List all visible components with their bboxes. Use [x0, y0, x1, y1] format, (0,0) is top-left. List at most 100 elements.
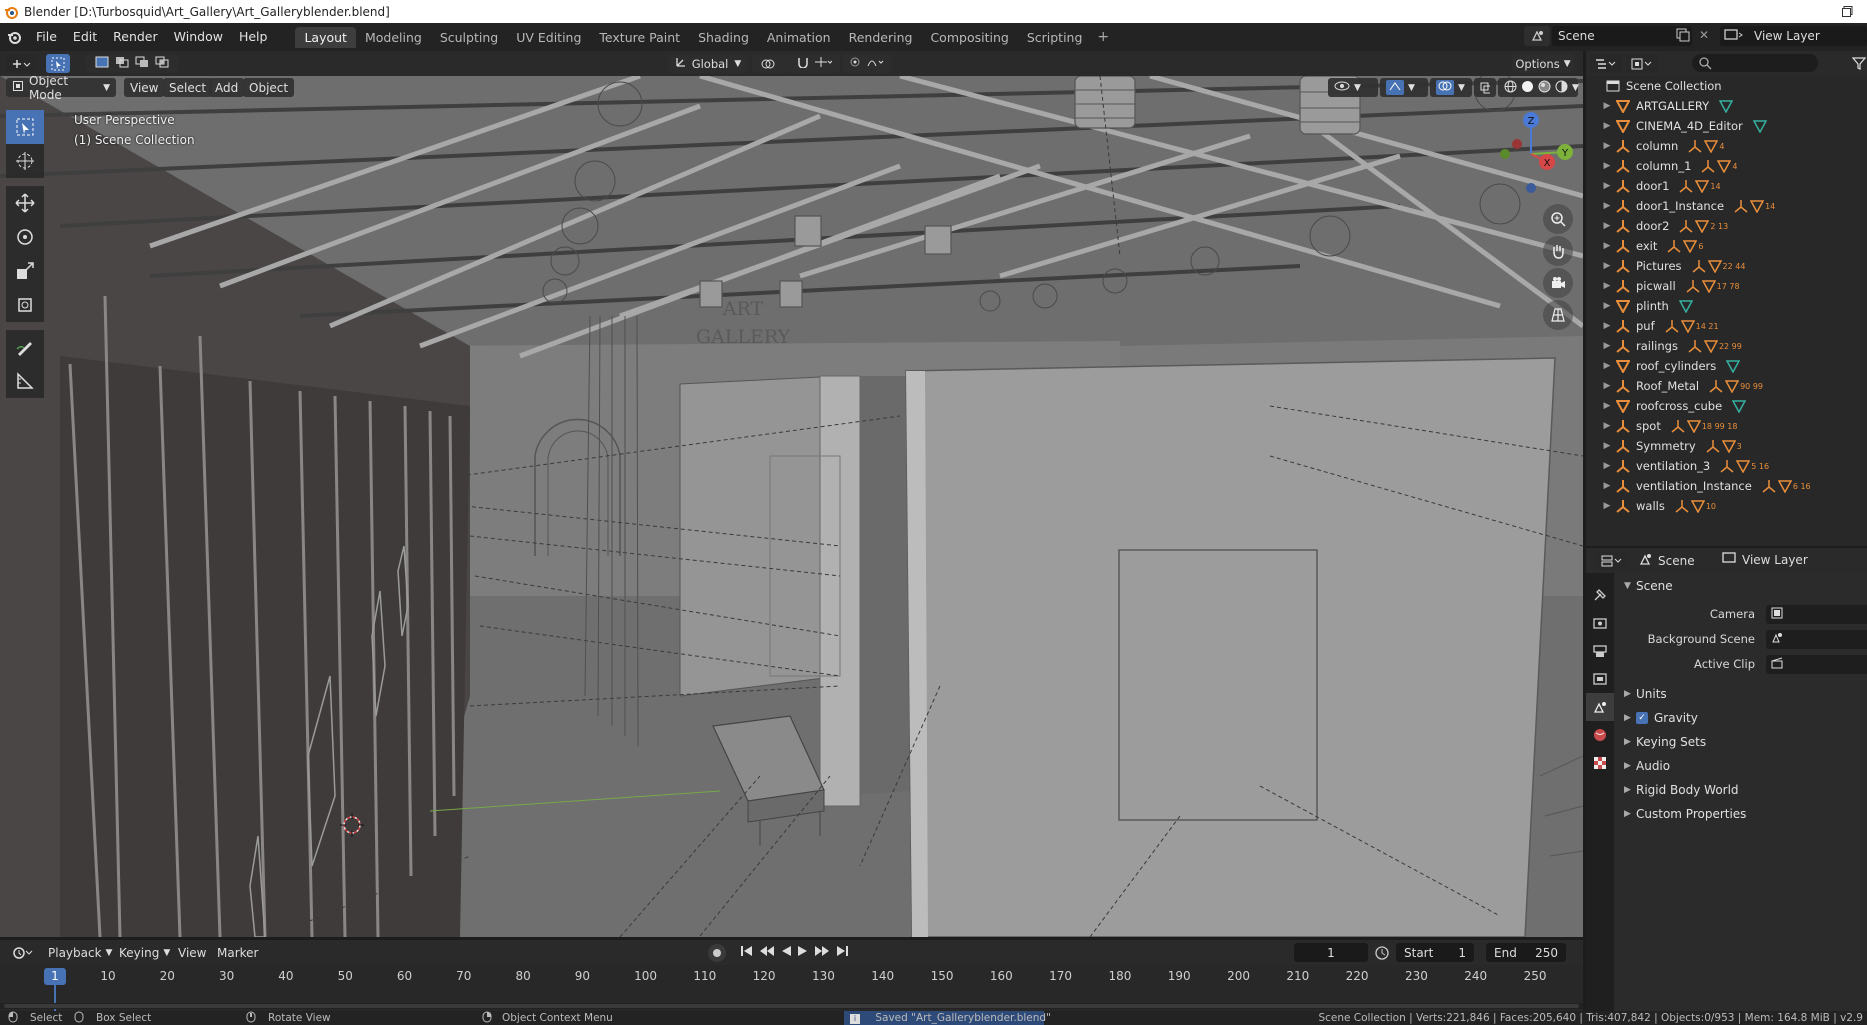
wireframe-shading-icon[interactable]: [1504, 80, 1517, 96]
add-workspace-button[interactable]: +: [1091, 29, 1115, 45]
move-tool-icon[interactable]: [6, 186, 44, 220]
proportional-edit-icon[interactable]: [849, 56, 861, 71]
outliner-item-children[interactable]: 3: [1706, 439, 1742, 453]
expand-arrow-icon[interactable]: ▶: [1600, 241, 1614, 251]
outliner-item-children[interactable]: [1678, 299, 1693, 313]
custom-properties-panel-header[interactable]: ▶ Custom Properties: [1624, 807, 1746, 821]
expand-arrow-icon[interactable]: ▶: [1600, 301, 1614, 311]
expand-arrow-icon[interactable]: ▶: [1600, 101, 1614, 111]
close-scene-icon[interactable]: ✕: [1697, 28, 1711, 42]
outliner-item[interactable]: ▶ picwall 17 78: [1586, 276, 1867, 296]
expand-arrow-icon[interactable]: ▶: [1600, 481, 1614, 491]
start-frame-field[interactable]: Start 1: [1396, 943, 1474, 962]
outliner-item[interactable]: ▶ Symmetry 3: [1586, 436, 1867, 456]
outliner-item[interactable]: ▶ railings 22 99: [1586, 336, 1867, 356]
outliner-item[interactable]: ▶ ventilation_3 5 16: [1586, 456, 1867, 476]
options-dropdown[interactable]: Options ▼: [1512, 54, 1574, 73]
restore-icon[interactable]: [1827, 0, 1867, 23]
viewport-menu-view[interactable]: View: [124, 78, 165, 97]
jump-end-icon[interactable]: [835, 945, 849, 960]
units-panel-header[interactable]: ▶ Units: [1624, 687, 1667, 701]
menu-help[interactable]: Help: [231, 23, 276, 51]
editor-type-icon[interactable]: [6, 54, 36, 73]
background-scene-field[interactable]: [1766, 630, 1867, 649]
tab-uv-editing[interactable]: UV Editing: [507, 27, 590, 48]
menu-file[interactable]: File: [28, 23, 65, 51]
camera-field[interactable]: [1766, 605, 1867, 624]
subtract-selection-icon[interactable]: [135, 56, 149, 71]
scene-name-field[interactable]: Scene: [1552, 26, 1692, 46]
outliner-item-children[interactable]: 6: [1667, 239, 1703, 253]
outliner-item-children[interactable]: 22 99: [1688, 339, 1742, 353]
transform-orientation-dropdown[interactable]: Global ▼: [668, 54, 748, 73]
pivot-point-dropdown[interactable]: [752, 54, 788, 73]
visibility-dropdown[interactable]: ▼: [1328, 78, 1378, 97]
outliner-item[interactable]: ▶ door1_Instance 14: [1586, 196, 1867, 216]
material-shading-icon[interactable]: [1538, 80, 1551, 96]
expand-arrow-icon[interactable]: ▶: [1600, 161, 1614, 171]
outliner-item[interactable]: ▶ door1 14: [1586, 176, 1867, 196]
playback-menu[interactable]: Playback ▼: [42, 943, 118, 962]
timeline-scrollbar[interactable]: [0, 1003, 1583, 1009]
outliner-item-children[interactable]: 90 99: [1709, 379, 1763, 393]
outliner-item[interactable]: ▶ spot 18 99 18: [1586, 416, 1867, 436]
active-clip-field[interactable]: [1766, 655, 1867, 674]
outliner-item[interactable]: ▶ column_1 4: [1586, 156, 1867, 176]
rotate-tool-icon[interactable]: [6, 220, 44, 254]
outliner-item-children[interactable]: 5 16: [1720, 459, 1769, 473]
intersect-selection-icon[interactable]: [155, 56, 169, 71]
expand-arrow-icon[interactable]: ▶: [1600, 501, 1614, 511]
outliner-search-input[interactable]: [1692, 54, 1818, 72]
outliner-item[interactable]: ▶ roof_cylinders: [1586, 356, 1867, 376]
select-box-tool-icon[interactable]: [6, 110, 44, 144]
ortho-toggle-icon[interactable]: [1543, 300, 1573, 330]
outliner-item-children[interactable]: 6 16: [1762, 479, 1811, 493]
blender-menu-icon[interactable]: [0, 23, 28, 51]
timeline-editor-type-icon[interactable]: [6, 943, 40, 962]
solid-shading-icon[interactable]: [1521, 80, 1534, 96]
outliner-item-children[interactable]: 14 21: [1665, 319, 1719, 333]
expand-arrow-icon[interactable]: ▶: [1600, 201, 1614, 211]
tab-layout[interactable]: Layout: [295, 26, 356, 48]
outliner-item-children[interactable]: 18 99 18: [1671, 419, 1737, 433]
expand-arrow-icon[interactable]: ▶: [1600, 461, 1614, 471]
outliner-editor-type-icon[interactable]: [1590, 54, 1622, 73]
scene-tab-icon[interactable]: [1586, 693, 1614, 721]
rigid-body-panel-header[interactable]: ▶ Rigid Body World: [1624, 783, 1739, 797]
tab-modeling[interactable]: Modeling: [356, 27, 431, 48]
tab-sculpting[interactable]: Sculpting: [431, 27, 507, 48]
falloff-curve-icon[interactable]: [867, 56, 885, 71]
world-tab-icon[interactable]: [1586, 721, 1614, 749]
outliner-item[interactable]: ▶ roofcross_cube: [1586, 396, 1867, 416]
outliner-item-children[interactable]: [1752, 119, 1767, 133]
properties-panel[interactable]: ▼ Scene Camera Background Scene Active C…: [1614, 573, 1867, 1011]
snap-toggle-icon[interactable]: [796, 56, 810, 71]
outliner-item-children[interactable]: [1719, 99, 1734, 113]
gizmo-toggle[interactable]: ▼: [1380, 78, 1428, 97]
keying-sets-panel-header[interactable]: ▶ Keying Sets: [1624, 735, 1706, 749]
navigation-gizmo[interactable]: Z Y X: [1489, 112, 1573, 196]
scene-selector-button[interactable]: [1524, 26, 1550, 46]
overlays-toggle[interactable]: ▼: [1430, 78, 1472, 97]
rendered-shading-icon[interactable]: [1555, 80, 1568, 96]
outliner-item-children[interactable]: 4: [1688, 139, 1724, 153]
outliner-item-children[interactable]: 4: [1701, 159, 1738, 173]
outliner-item[interactable]: ▶ ARTGALLERY: [1586, 96, 1867, 116]
xray-toggle-icon[interactable]: [1474, 78, 1496, 97]
play-icon[interactable]: [797, 945, 809, 960]
tab-texture-paint[interactable]: Texture Paint: [590, 27, 689, 48]
tool-tab-icon[interactable]: [1586, 581, 1614, 609]
display-mode-icon[interactable]: [1626, 54, 1658, 73]
tab-rendering[interactable]: Rendering: [840, 27, 922, 48]
expand-arrow-icon[interactable]: ▶: [1600, 261, 1614, 271]
extend-selection-icon[interactable]: [115, 56, 129, 71]
expand-arrow-icon[interactable]: ▶: [1600, 401, 1614, 411]
expand-arrow-icon[interactable]: ▶: [1600, 361, 1614, 371]
outliner-item-children[interactable]: 2 13: [1679, 219, 1728, 233]
expand-arrow-icon[interactable]: ▶: [1600, 441, 1614, 451]
filter-icon[interactable]: [1851, 56, 1867, 73]
current-frame-field[interactable]: 1: [1294, 943, 1368, 962]
outliner-item[interactable]: ▶ puf 14 21: [1586, 316, 1867, 336]
zoom-icon[interactable]: [1543, 204, 1573, 234]
expand-arrow-icon[interactable]: ▶: [1600, 121, 1614, 131]
